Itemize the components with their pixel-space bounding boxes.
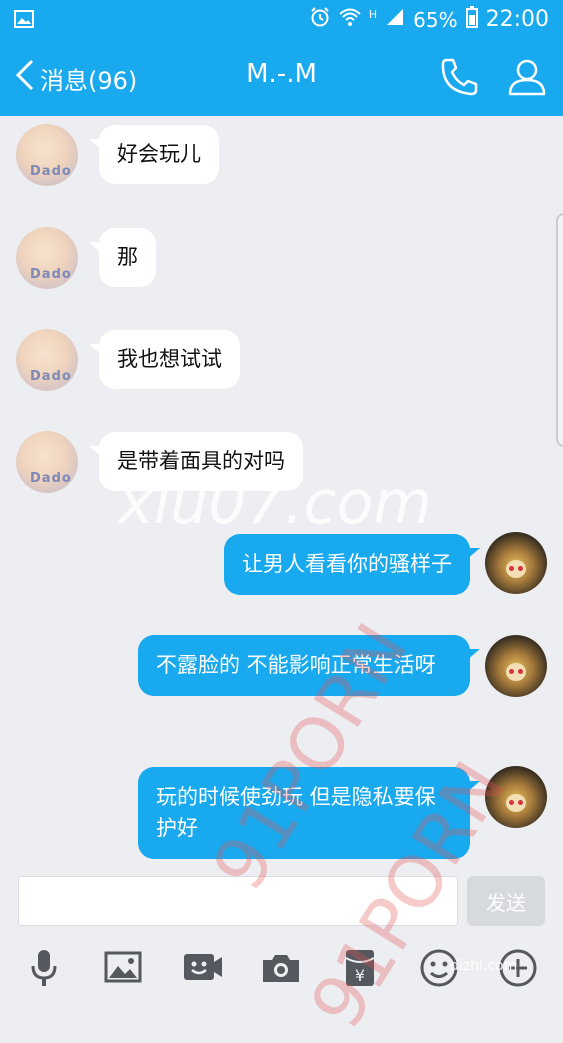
send-button[interactable]: 发送 — [467, 876, 545, 926]
image-notification-icon — [14, 9, 34, 33]
chat-header: 消息(96) M.-.M — [0, 38, 563, 116]
red-packet-button[interactable]: ¥ — [338, 946, 382, 990]
status-bar: H 65% 22:00 — [0, 0, 563, 38]
signal-icon — [385, 7, 405, 32]
image-button[interactable] — [101, 946, 145, 990]
alarm-icon — [309, 6, 331, 33]
wifi-icon — [339, 7, 361, 32]
camera-icon — [259, 955, 303, 994]
battery-percent: 65% — [413, 7, 458, 32]
incoming-message[interactable]: 是带着面具的对吗 — [89, 432, 303, 491]
contact-avatar[interactable]: Dado — [16, 227, 78, 289]
avatar-text: Dado — [30, 267, 72, 282]
battery-icon — [465, 6, 478, 33]
scroll-handle[interactable] — [556, 213, 563, 447]
input-bar: 发送 ¥ — [0, 868, 563, 1000]
message-list[interactable]: Dado 好会玩儿 Dado 那 Dado 我也想试试 Dado 是带着面具的对… — [0, 116, 563, 868]
phone-call-button[interactable] — [438, 56, 480, 98]
clock-time: 22:00 — [485, 7, 549, 32]
incoming-message[interactable]: 我也想试试 — [89, 330, 240, 389]
my-avatar[interactable] — [485, 766, 547, 828]
outgoing-message[interactable]: 不露脸的 不能影响正常生活呀 — [138, 635, 480, 696]
contact-avatar[interactable]: Dado — [16, 329, 78, 391]
outgoing-message[interactable]: 玩的时候使劲玩 但是隐私要保护好 — [138, 767, 480, 859]
image-icon — [101, 951, 145, 994]
contact-avatar[interactable]: Dado — [16, 431, 78, 493]
contact-avatar[interactable]: Dado — [16, 124, 78, 186]
network-type-label: H — [368, 8, 378, 21]
emoji-button[interactable] — [417, 946, 461, 990]
person-icon — [506, 59, 548, 102]
avatar-text: Dado — [30, 369, 72, 384]
avatar-text: Dado — [30, 164, 72, 179]
outgoing-message[interactable]: 让男人看看你的骚样子 — [224, 534, 480, 595]
avatar-text: Dado — [30, 471, 72, 486]
chat-toolbar: ¥ — [0, 938, 563, 998]
phone-icon — [438, 58, 480, 102]
video-button[interactable] — [180, 946, 224, 990]
profile-button[interactable] — [506, 56, 548, 98]
message-input[interactable] — [18, 876, 458, 926]
microphone-icon — [22, 950, 66, 994]
incoming-message[interactable]: 那 — [89, 228, 156, 287]
video-icon — [180, 954, 224, 994]
my-avatar[interactable] — [485, 635, 547, 697]
plus-icon — [496, 949, 540, 994]
microphone-button[interactable] — [22, 946, 66, 990]
plus-button[interactable] — [496, 946, 540, 990]
svg-text:¥: ¥ — [355, 966, 365, 985]
my-avatar[interactable] — [485, 532, 547, 594]
red-packet-icon: ¥ — [338, 950, 382, 994]
camera-button[interactable] — [259, 946, 303, 990]
emoji-icon — [417, 949, 461, 994]
incoming-message[interactable]: 好会玩儿 — [89, 125, 219, 184]
